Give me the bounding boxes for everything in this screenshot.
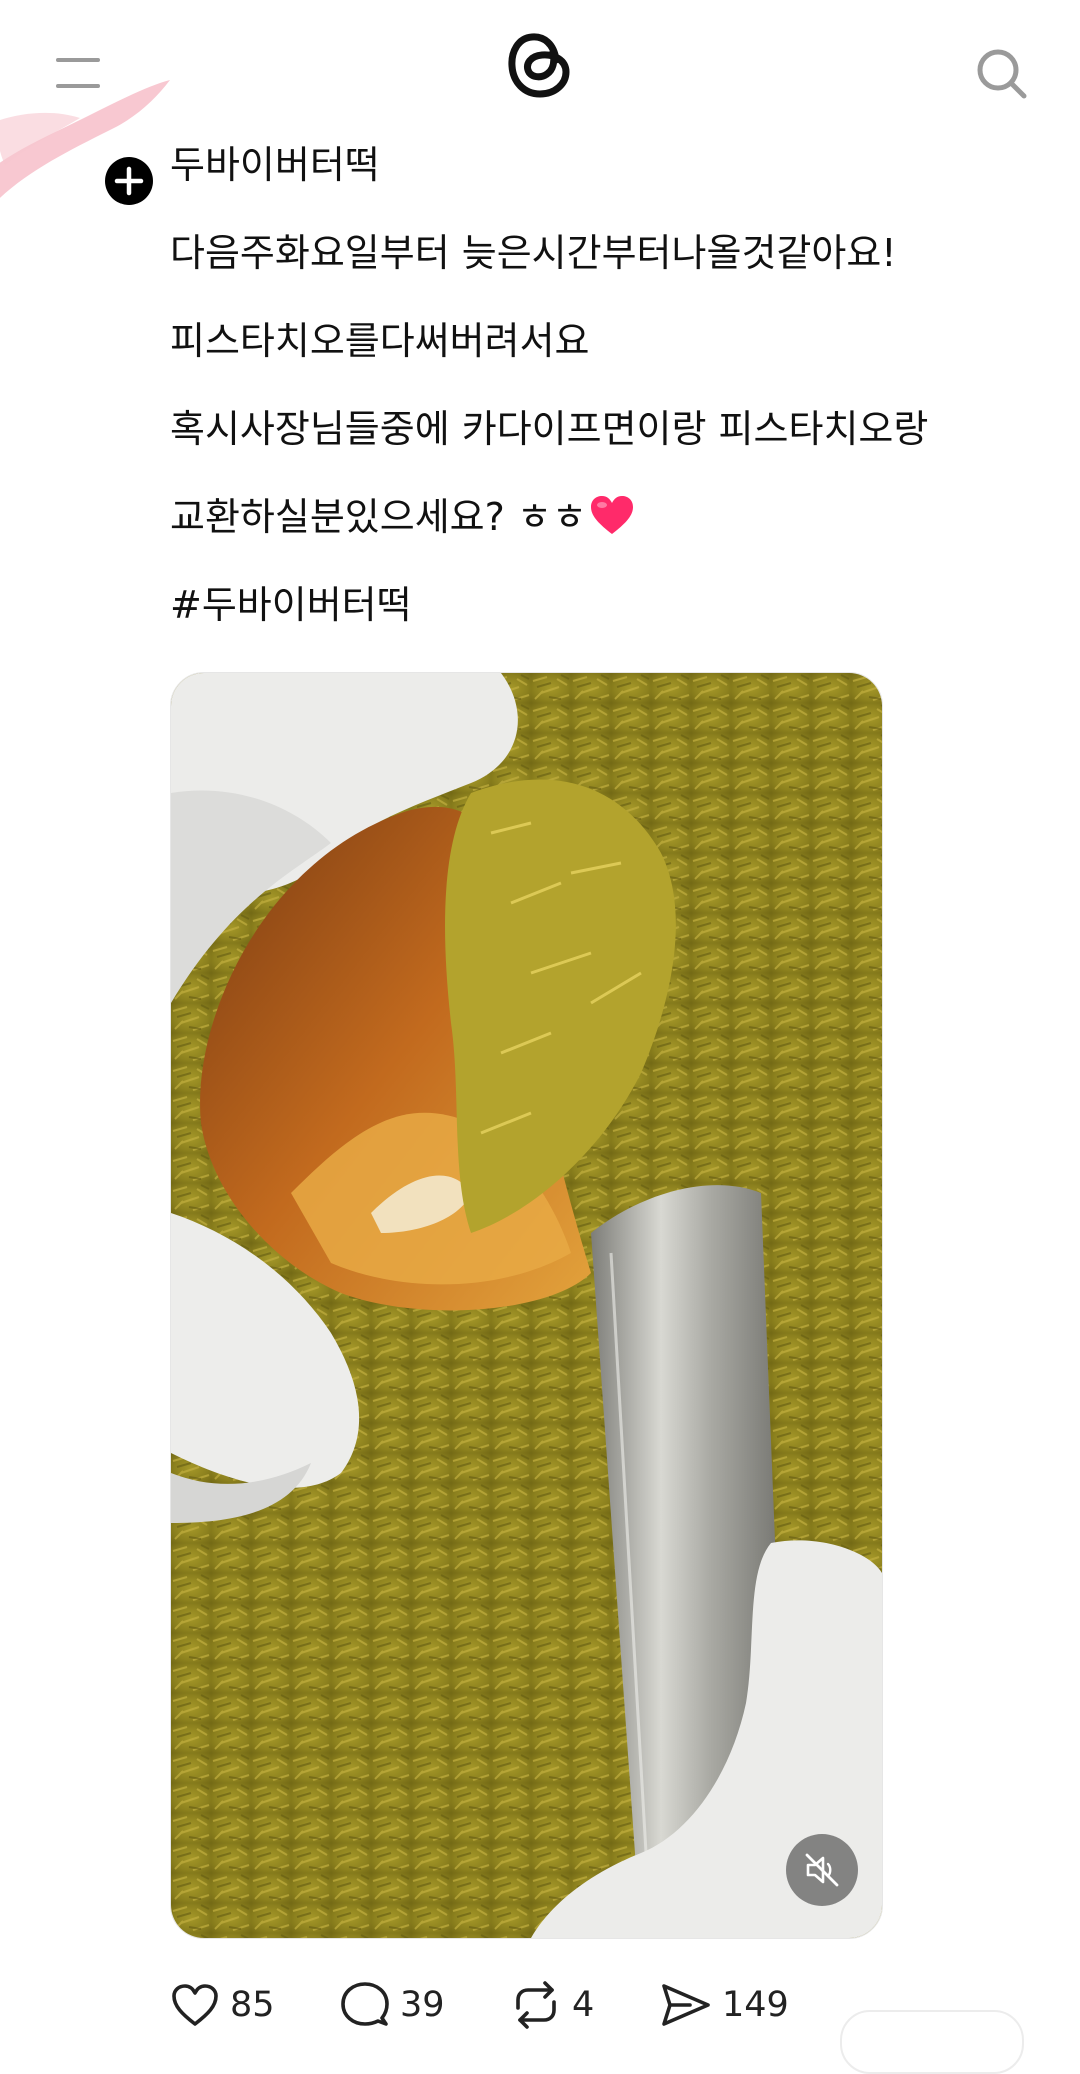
search-button[interactable] — [972, 44, 1032, 104]
threads-logo[interactable] — [500, 24, 580, 104]
post-hashtag[interactable]: #두바이버터떡 — [170, 580, 1050, 630]
send-icon — [662, 1984, 710, 2026]
share-button[interactable]: 149 — [660, 1975, 789, 2035]
search-icon — [977, 49, 1027, 99]
repost-count: 4 — [572, 1985, 595, 2025]
heart-emoji-icon — [589, 494, 635, 548]
heart-icon — [172, 1984, 218, 2026]
repost-icon — [516, 1981, 556, 2029]
comment-icon — [341, 1982, 389, 2026]
share-count: 149 — [722, 1985, 789, 2025]
like-count: 85 — [230, 1985, 275, 2025]
like-button[interactable]: 85 — [170, 1975, 275, 2035]
pink-smudge-mark — [0, 80, 170, 199]
post-line-4: 교환하실분있으세요? ㅎㅎ — [170, 492, 1050, 542]
repost-button[interactable]: 4 — [510, 1975, 594, 2035]
post-text: 두바이버터떡 다음주화요일부터 늦은시간부터나올것같아요! 피스타치오를다써버려… — [170, 140, 1050, 668]
mute-toggle-button[interactable] — [786, 1834, 858, 1906]
muted-speaker-icon — [805, 1853, 839, 1887]
comment-count: 39 — [400, 1985, 445, 2025]
floating-action-button[interactable] — [840, 2010, 1024, 2074]
post-line-4-text: 교환하실분있으세요? ㅎㅎ — [170, 495, 587, 539]
plus-icon — [105, 157, 153, 205]
post-line-1: 다음주화요일부터 늦은시간부터나올것같아요! — [170, 231, 897, 275]
video-frame-image — [171, 673, 882, 1938]
post-line-2: 피스타치오를다써버려서요 — [170, 319, 590, 363]
post-line-3: 혹시사장님들중에 카다이프면이랑 피스타치오랑 — [170, 407, 929, 451]
post-video[interactable] — [170, 672, 883, 1939]
comment-button[interactable]: 39 — [340, 1975, 445, 2035]
post-author-name[interactable]: 두바이버터떡 — [170, 140, 1050, 190]
follow-button[interactable] — [104, 156, 154, 206]
